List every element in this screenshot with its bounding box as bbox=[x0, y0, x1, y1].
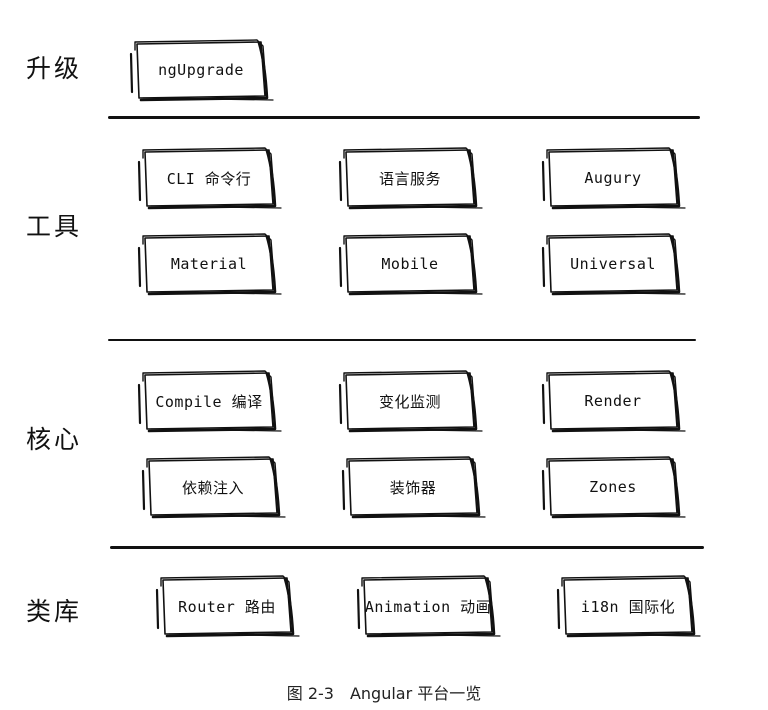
box-label: Compile 编译 bbox=[155, 392, 263, 411]
box-i18n: i18n 国际化 bbox=[556, 575, 701, 638]
box-label: Animation 动画 bbox=[364, 597, 492, 616]
box-augury: Augury bbox=[541, 147, 686, 210]
box-label: ngUpgrade bbox=[158, 61, 244, 79]
sketch-stroke bbox=[137, 160, 142, 202]
sketch-stroke bbox=[141, 469, 146, 511]
box-label: 装饰器 bbox=[389, 478, 437, 497]
sketch-stroke bbox=[541, 160, 546, 202]
box-language-service: 语言服务 bbox=[338, 147, 483, 210]
sketch-stroke bbox=[541, 469, 546, 511]
sketch-stroke bbox=[155, 588, 160, 630]
box-mobile: Mobile bbox=[338, 233, 483, 296]
sketch-stroke bbox=[341, 469, 346, 511]
figure-caption: 图 2-3 Angular 平台一览 bbox=[286, 684, 482, 703]
box-cli: CLI 命令行 bbox=[137, 147, 282, 210]
layer-label-core: 核心 bbox=[26, 425, 83, 454]
box-zones: Zones bbox=[541, 456, 686, 519]
box-change-detection: 变化监测 bbox=[338, 370, 483, 433]
box-label: Universal bbox=[570, 255, 656, 273]
box-ngupgrade: ngUpgrade bbox=[129, 39, 274, 102]
box-label: i18n 国际化 bbox=[580, 597, 676, 616]
divider-core-libraries bbox=[110, 546, 704, 549]
box-animation: Animation 动画 bbox=[356, 575, 501, 638]
sketch-stroke bbox=[556, 588, 561, 630]
box-decorators: 装饰器 bbox=[341, 456, 486, 519]
sketch-stroke bbox=[356, 588, 361, 630]
sketch-stroke bbox=[338, 160, 343, 202]
box-universal: Universal bbox=[541, 233, 686, 296]
box-label: 依赖注入 bbox=[181, 478, 244, 497]
sketch-stroke bbox=[129, 52, 134, 94]
box-label: Zones bbox=[589, 478, 637, 496]
box-label: Router 路由 bbox=[178, 597, 276, 616]
box-label: Material bbox=[170, 255, 248, 273]
box-render: Render bbox=[541, 370, 686, 433]
box-compile: Compile 编译 bbox=[137, 370, 282, 433]
box-router: Router 路由 bbox=[155, 575, 300, 638]
box-label: Augury bbox=[584, 169, 642, 187]
box-dependency-injection: 依赖注入 bbox=[141, 456, 286, 519]
box-label: Render bbox=[584, 392, 642, 410]
box-label: 变化监测 bbox=[378, 392, 441, 411]
layer-label-libraries: 类库 bbox=[26, 597, 83, 626]
layer-label-upgrade: 升级 bbox=[26, 54, 83, 83]
angular-platform-diagram: 升级 工具 核心 类库 ngUpgrade CLI 命令行 语言服务 Augur… bbox=[0, 0, 768, 710]
sketch-stroke bbox=[541, 246, 546, 288]
box-label: CLI 命令行 bbox=[166, 169, 252, 188]
box-label: 语言服务 bbox=[378, 169, 441, 188]
box-material: Material bbox=[137, 233, 282, 296]
sketch-stroke bbox=[338, 383, 343, 425]
divider-upgrade-tools bbox=[108, 116, 700, 119]
divider-tools-core bbox=[108, 339, 696, 341]
layer-label-tools: 工具 bbox=[26, 212, 83, 241]
sketch-stroke bbox=[541, 383, 546, 425]
sketch-stroke bbox=[137, 383, 142, 425]
sketch-stroke bbox=[137, 246, 142, 288]
box-label: Mobile bbox=[381, 255, 439, 273]
sketch-stroke bbox=[338, 246, 343, 288]
